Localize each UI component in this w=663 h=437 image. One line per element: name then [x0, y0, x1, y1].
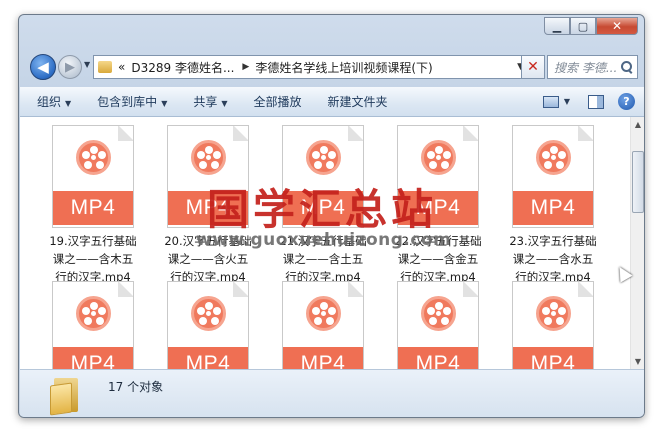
search-input[interactable]: 搜索 李德... — [547, 55, 638, 79]
file-type-badge: MP4 — [283, 347, 363, 369]
scroll-down-button[interactable]: ▼ — [631, 354, 644, 369]
navigation-bar: ◀ ▶ ▼ « D3289 李德姓名... ▶ 李德姓名学线上培训视频课程(下)… — [27, 51, 638, 81]
play-all-button[interactable]: 全部播放 — [245, 93, 311, 110]
film-reel-icon — [421, 140, 456, 175]
preview-pane-icon[interactable] — [588, 94, 604, 109]
chevron-down-icon[interactable]: ▼ — [564, 97, 570, 106]
help-icon[interactable]: ? — [618, 93, 635, 110]
mp4-file-icon: MP4 — [52, 281, 134, 369]
item-count: 17 个对象 — [108, 380, 164, 394]
back-arrow-icon: ◀ — [37, 58, 49, 76]
file-type-badge: MP4 — [513, 191, 593, 225]
scroll-thumb[interactable] — [632, 151, 644, 213]
stop-icon: ✕ — [527, 59, 539, 75]
forward-arrow-icon: ▶ — [65, 59, 75, 75]
film-reel-icon — [306, 296, 341, 331]
view-options-icon[interactable] — [542, 95, 559, 108]
breadcrumb-segment-parent[interactable]: D3289 李德姓名... — [131, 59, 234, 76]
stop-button[interactable]: ✕ — [521, 55, 545, 79]
chevron-down-icon: ▼ — [65, 99, 72, 108]
search-icon[interactable] — [621, 61, 633, 73]
minimize-button[interactable]: ▁ — [544, 17, 570, 35]
film-reel-icon — [191, 296, 226, 331]
file-type-badge: MP4 — [53, 347, 133, 369]
watermark-title: 国学汇总站 — [207, 185, 438, 234]
film-reel-icon — [536, 140, 571, 175]
file-name: 23.汉字五行基础 课之——含水五 行的汉字.mp4 — [509, 234, 597, 284]
back-button[interactable]: ◀ — [30, 54, 56, 80]
file-type-badge: MP4 — [168, 347, 248, 369]
film-reel-icon — [191, 140, 226, 175]
new-folder-button[interactable]: 新建文件夹 — [319, 93, 397, 110]
film-reel-icon — [536, 296, 571, 331]
film-reel-icon — [421, 296, 456, 331]
chevron-right-icon[interactable]: ▶ — [242, 62, 249, 72]
file-type-badge: MP4 — [53, 191, 133, 225]
mp4-file-icon: MP4 — [512, 125, 594, 228]
recent-pages-dropdown[interactable]: ▼ — [84, 60, 90, 69]
film-reel-icon — [306, 140, 341, 175]
folder-icon — [98, 61, 112, 73]
mp4-file-icon: MP4 — [167, 281, 249, 369]
chevron-down-icon: ▼ — [161, 99, 168, 108]
file-type-badge: MP4 — [513, 347, 593, 369]
forward-button[interactable]: ▶ — [58, 55, 82, 79]
breadcrumb-segment-current[interactable]: 李德姓名学线上培训视频课程(下) — [255, 59, 432, 76]
mp4-file-icon: MP4 — [52, 125, 134, 228]
maximize-button[interactable]: ▢ — [570, 17, 596, 35]
file-name: 19.汉字五行基础 课之——含木五 行的汉字.mp4 — [49, 234, 137, 284]
caption-buttons: ▁ ▢ ✕ — [544, 17, 638, 35]
scroll-up-button[interactable]: ▲ — [631, 117, 644, 132]
film-reel-icon — [76, 140, 111, 175]
mp4-file-icon: MP4 — [282, 281, 364, 369]
vertical-scrollbar[interactable]: ▲ ▼ — [630, 117, 644, 369]
watermark-url: www.guoxuehuizong.com — [196, 230, 452, 250]
address-bar[interactable]: « D3289 李德姓名... ▶ 李德姓名学线上培训视频课程(下) ▼ — [93, 55, 531, 79]
folder-icon — [50, 378, 80, 416]
search-placeholder: 搜索 李德... — [554, 60, 618, 75]
chevron-down-icon: ▼ — [221, 99, 228, 108]
organize-menu[interactable]: 组织 ▼ — [28, 93, 80, 110]
mp4-file-icon: MP4 — [397, 281, 479, 369]
share-menu[interactable]: 共享 ▼ — [184, 93, 236, 110]
command-bar: 组织 ▼ 包含到库中 ▼ 共享 ▼ 全部播放 新建文件夹 ▼ ? — [20, 87, 644, 117]
close-button[interactable]: ✕ — [596, 17, 638, 35]
details-pane: 17 个对象 — [20, 369, 644, 417]
include-in-library-menu[interactable]: 包含到库中 ▼ — [88, 93, 176, 110]
address-overflow[interactable]: « — [118, 60, 125, 74]
mp4-file-icon: MP4 — [512, 281, 594, 369]
film-reel-icon — [76, 296, 111, 331]
file-type-badge: MP4 — [398, 347, 478, 369]
